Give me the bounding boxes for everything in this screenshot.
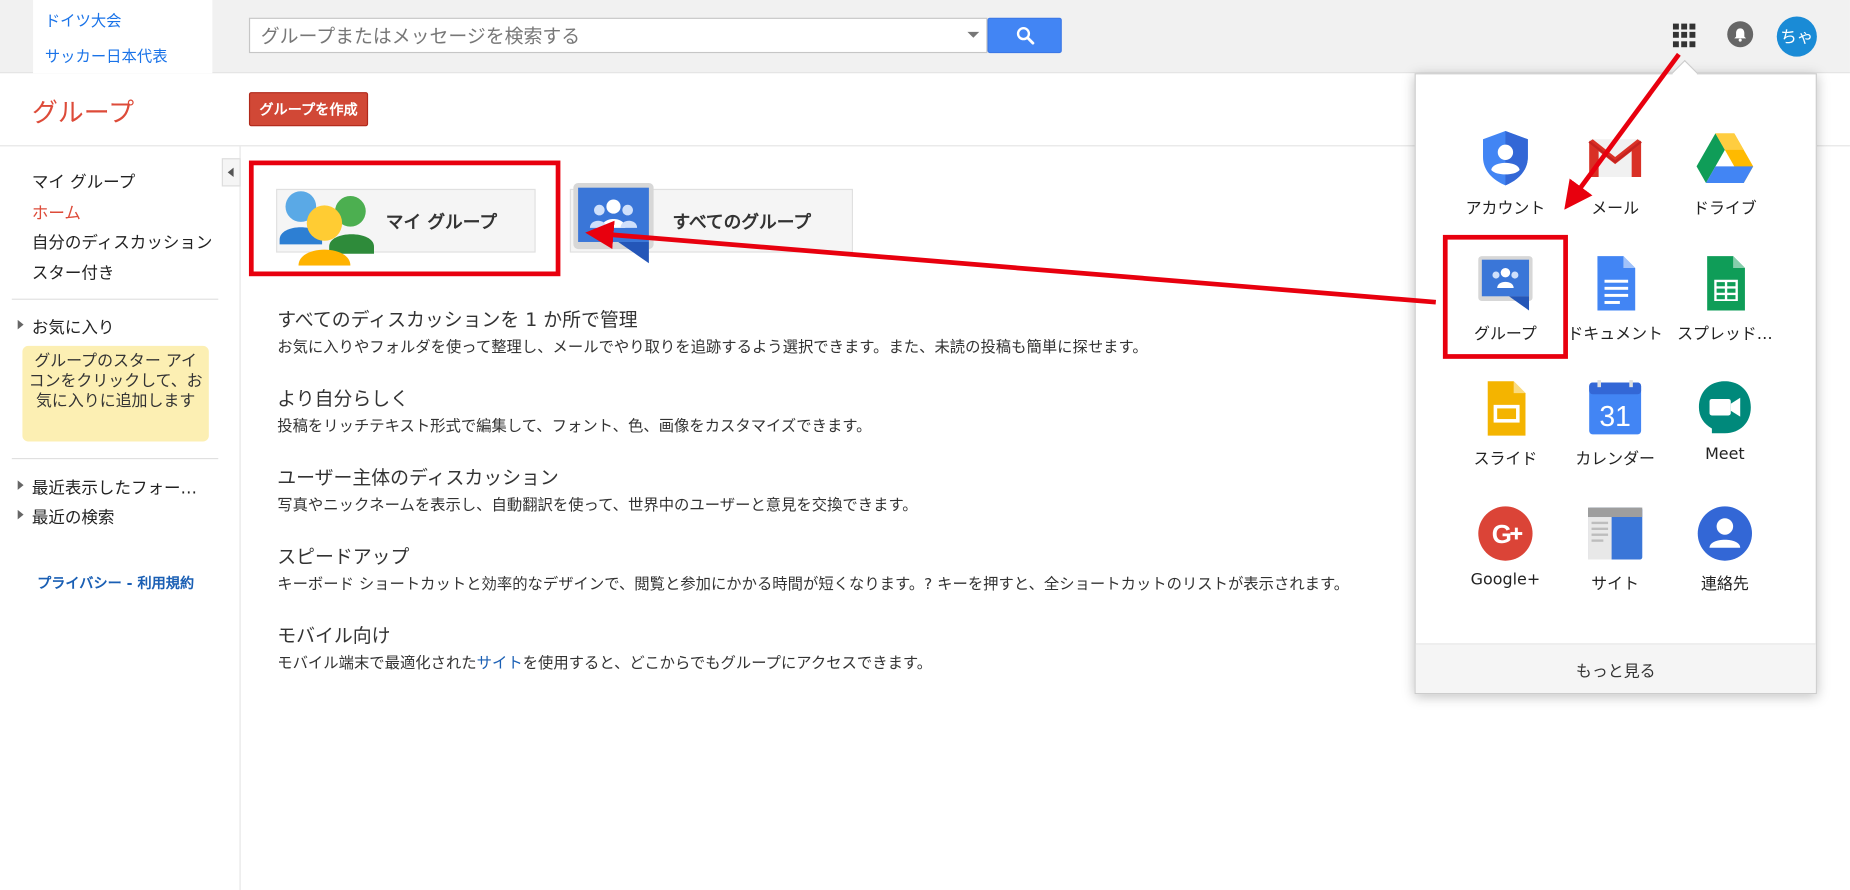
- google-plus-icon: G: [1478, 506, 1533, 561]
- sidebar: マイ グループ ホーム 自分のディスカッション スター付き お気に入り グループ…: [0, 146, 241, 890]
- apps-launcher-panel: アカウント メール ドライブ グループ ドキュメント スプレッド… スライド 3…: [1414, 73, 1817, 695]
- app-drive[interactable]: ドライブ: [1666, 129, 1784, 242]
- app-label: アカウント: [1465, 199, 1546, 219]
- app-docs[interactable]: ドキュメント: [1556, 254, 1674, 367]
- app-account[interactable]: アカウント: [1446, 129, 1564, 242]
- mobile-site-link[interactable]: サイト: [477, 655, 523, 673]
- sidebar-divider: [11, 298, 219, 300]
- feature-description: お気に入りやフォルダを使って整理し、メールでやり取りを追跡するよう選択できます。…: [277, 338, 1148, 357]
- search-input[interactable]: [250, 18, 958, 52]
- nav-recent-searches[interactable]: 最近の検索: [32, 505, 115, 529]
- app-label: ドキュメント: [1567, 324, 1663, 344]
- apps-grid-icon[interactable]: [1672, 23, 1697, 48]
- search-icon: [1016, 27, 1034, 45]
- account-icon: [1483, 131, 1528, 186]
- app-meet[interactable]: Meet: [1666, 379, 1784, 492]
- app-calendar[interactable]: 31 カレンダー: [1556, 379, 1674, 492]
- search-button[interactable]: [987, 17, 1062, 54]
- saved-searches-list: ドイツ大会 サッカー日本代表: [33, 0, 213, 74]
- drive-icon: [1696, 133, 1754, 183]
- calendar-day: 31: [1599, 401, 1630, 433]
- nav-recent-folders[interactable]: 最近表示したフォー…: [32, 476, 197, 500]
- top-bar: ドイツ大会 サッカー日本代表 ちゃ: [0, 0, 1850, 74]
- svg-text:G: G: [1492, 519, 1512, 549]
- search-box: [248, 17, 988, 54]
- feature-title: ユーザー主体のディスカッション: [277, 466, 559, 489]
- feature-description: モバイル端末で最適化されたサイトを使用すると、どこからでもグループにアクセスでき…: [277, 650, 933, 673]
- feature-title: モバイル向け: [277, 624, 391, 647]
- expand-triangle-icon[interactable]: [17, 480, 24, 490]
- nav-starred[interactable]: スター付き: [32, 261, 115, 285]
- app-label: 連絡先: [1700, 574, 1749, 594]
- saved-item[interactable]: サッカー日本代表: [45, 44, 168, 66]
- expand-triangle-icon[interactable]: [17, 319, 24, 330]
- groups-icon: [573, 182, 654, 264]
- meet-icon: [1698, 381, 1751, 434]
- calendar-icon: 31: [1589, 380, 1642, 435]
- feature-description-text: を使用すると、どこからでもグループにアクセスできます。: [522, 655, 933, 673]
- app-label: Meet: [1705, 445, 1745, 464]
- all-groups-button[interactable]: すべてのグループ: [569, 182, 853, 264]
- feature-title: すべてのディスカッションを 1 か所で管理: [277, 308, 638, 331]
- highlight-box-groups-app: [1442, 234, 1568, 359]
- more-apps-button[interactable]: もっと見る: [1415, 643, 1816, 693]
- sidebar-divider: [11, 457, 219, 460]
- slides-icon: [1487, 381, 1526, 436]
- app-label: Google+: [1470, 570, 1541, 590]
- feature-description: 投稿をリッチテキスト形式で編集して、フォント、色、画像をカスタマイズできます。: [277, 417, 872, 436]
- sheets-icon: [1707, 256, 1745, 311]
- feature-description: 写真やニックネームを表示し、自動翻訳を使って、世界中のユーザーと意見を交換できま…: [277, 496, 918, 515]
- app-contacts[interactable]: 連絡先: [1666, 504, 1784, 617]
- app-label: ドライブ: [1693, 199, 1757, 219]
- search-options-dropdown-icon[interactable]: [967, 31, 980, 38]
- app-slides[interactable]: スライド: [1446, 379, 1564, 492]
- privacy-terms-links[interactable]: プライバシー - 利用規約: [0, 572, 231, 592]
- account-avatar[interactable]: ちゃ: [1776, 16, 1817, 57]
- feature-description: キーボード ショートカットと効率的なデザインで、閲覧と参加にかかる時間が短くなり…: [277, 576, 1350, 594]
- feature-title: より自分らしく: [277, 387, 410, 410]
- app-label: メール: [1591, 199, 1640, 219]
- app-label: カレンダー: [1575, 449, 1655, 469]
- app-label: スライド: [1473, 449, 1538, 469]
- highlight-box-my-groups: [248, 160, 561, 277]
- favorites-tip: グループのスター アイコンをクリックして、お気に入りに追加します: [22, 345, 209, 442]
- create-group-button[interactable]: グループを作成: [248, 92, 369, 127]
- app-google-plus[interactable]: G Google+: [1446, 504, 1564, 617]
- nav-my-groups[interactable]: マイ グループ: [32, 170, 135, 194]
- gmail-icon: [1588, 139, 1642, 178]
- saved-item[interactable]: ドイツ大会: [45, 8, 122, 31]
- nav-home[interactable]: ホーム: [32, 201, 81, 225]
- collapse-sidebar-button[interactable]: [221, 158, 241, 187]
- docs-icon: [1597, 256, 1636, 311]
- contacts-icon: [1697, 506, 1753, 561]
- all-groups-label: すべてのグループ: [672, 210, 812, 232]
- app-sheets[interactable]: スプレッド…: [1666, 254, 1784, 367]
- feature-title: スピードアップ: [277, 545, 410, 568]
- app-sites[interactable]: サイト: [1556, 504, 1674, 617]
- app-label: スプレッド…: [1677, 324, 1773, 344]
- sites-icon: [1588, 507, 1643, 560]
- app-label: サイト: [1591, 574, 1640, 594]
- feature-description-text: モバイル端末で最適化された: [277, 655, 477, 673]
- expand-triangle-icon[interactable]: [17, 509, 24, 520]
- product-title[interactable]: グループ: [32, 92, 134, 130]
- notifications-bell-icon[interactable]: [1727, 21, 1754, 48]
- nav-my-discussions[interactable]: 自分のディスカッション: [32, 230, 213, 254]
- nav-favorites[interactable]: お気に入り: [32, 315, 115, 339]
- app-gmail[interactable]: メール: [1556, 129, 1674, 242]
